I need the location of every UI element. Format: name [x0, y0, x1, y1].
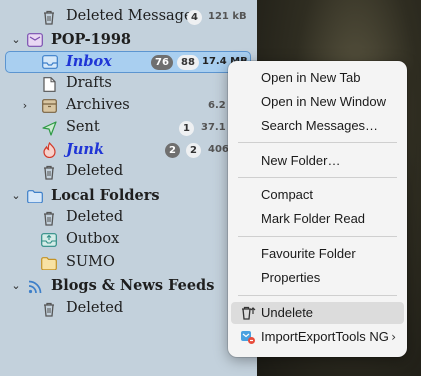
menu-separator	[238, 142, 397, 143]
account-label: Local Folders	[51, 187, 160, 204]
trash-icon	[41, 210, 57, 226]
folder-row-deleted[interactable]: Deleted	[0, 207, 257, 229]
folder-label: Deleted	[66, 209, 124, 225]
inbox-icon	[42, 54, 58, 70]
menu-item-compact[interactable]: Compact	[231, 184, 404, 206]
import-export-icon	[240, 329, 256, 345]
undelete-icon	[240, 305, 256, 321]
menu-item-label: Undelete	[261, 305, 314, 320]
chevron-down-icon[interactable]: ⌄	[10, 190, 22, 202]
menu-item-open-in-new-tab[interactable]: Open in New Tab	[231, 67, 404, 89]
trash-icon	[41, 301, 57, 317]
account-label: Blogs & News Feeds	[51, 277, 215, 294]
menu-item-mark-folder-read[interactable]: Mark Folder Read	[231, 208, 404, 230]
folder-size: 37.1	[201, 122, 226, 133]
menu-item-favourite-folder[interactable]: Favourite Folder	[231, 243, 404, 265]
folder-row-deleted[interactable]: Deleted	[0, 298, 257, 320]
folder-label: Drafts	[66, 75, 112, 91]
folder-pane: Deleted Messages 4 121 kB ⌄ POP-1998 Inb…	[0, 0, 257, 376]
outbox-icon	[41, 232, 57, 248]
account-label: POP-1998	[51, 31, 132, 48]
trash-icon	[41, 9, 57, 25]
pop-account-icon	[27, 32, 43, 48]
drafts-icon	[41, 76, 57, 92]
chevron-right-icon: ›	[391, 330, 396, 344]
rss-icon	[27, 278, 43, 294]
menu-separator	[238, 177, 397, 178]
junk-icon	[41, 142, 57, 158]
folder-row-sent[interactable]: Sent 1 37.1	[0, 117, 257, 139]
sent-icon	[41, 120, 57, 136]
folder-row-outbox[interactable]: Outbox	[0, 229, 257, 251]
account-row-pop-1998[interactable]: ⌄ POP-1998	[0, 29, 257, 51]
unread-count-badge: 76	[151, 55, 173, 70]
folder-label: Sent	[66, 119, 100, 135]
message-count-badge: 4	[187, 10, 202, 25]
local-folders-icon	[27, 188, 43, 204]
folder-row-deleted-messages[interactable]: Deleted Messages 4 121 kB	[0, 6, 257, 28]
message-count-badge: 2	[186, 143, 201, 158]
account-row-local-folders[interactable]: ⌄ Local Folders	[0, 185, 257, 207]
folder-row-junk[interactable]: Junk 2 2 406	[0, 139, 257, 161]
menu-item-search-messages[interactable]: Search Messages…	[231, 115, 404, 137]
folder-label: Archives	[66, 97, 130, 113]
menu-item-undelete[interactable]: Undelete	[231, 302, 404, 324]
folder-icon	[41, 255, 57, 271]
folder-label: Deleted	[66, 300, 124, 316]
unread-count-badge: 2	[165, 143, 180, 158]
folder-label: Junk	[66, 141, 104, 158]
folder-size: 406	[208, 144, 229, 155]
menu-item-importexporttools-ng[interactable]: ImportExportTools NG ›	[231, 326, 404, 348]
folder-context-menu: Open in New Tab Open in New Window Searc…	[228, 61, 407, 357]
chevron-down-icon[interactable]: ⌄	[10, 34, 22, 46]
chevron-right-icon[interactable]: ›	[19, 100, 31, 112]
folder-label: Deleted	[66, 163, 124, 179]
message-count-badge: 1	[179, 121, 194, 136]
menu-separator	[238, 236, 397, 237]
folder-row-archives[interactable]: › Archives 6.2	[0, 95, 257, 117]
account-row-blogs-news-feeds[interactable]: ⌄ Blogs & News Feeds	[0, 275, 257, 297]
menu-item-new-folder[interactable]: New Folder…	[231, 150, 404, 172]
trash-icon	[41, 164, 57, 180]
folder-size: 6.2	[208, 100, 226, 111]
menu-item-label: ImportExportTools NG	[261, 329, 389, 344]
menu-item-properties[interactable]: Properties	[231, 267, 404, 289]
archive-icon	[41, 98, 57, 114]
menu-item-open-in-new-window[interactable]: Open in New Window	[231, 91, 404, 113]
folder-label: Outbox	[66, 231, 120, 247]
folder-label: Inbox	[66, 53, 112, 70]
folder-row-sumo[interactable]: SUMO	[0, 252, 257, 274]
folder-row-drafts[interactable]: Drafts	[0, 73, 257, 95]
menu-separator	[238, 295, 397, 296]
folder-row-deleted[interactable]: Deleted	[0, 161, 257, 183]
folder-label: Deleted Messages	[66, 8, 200, 24]
folder-label: SUMO	[66, 254, 115, 270]
folder-row-inbox[interactable]: Inbox 76 88 17.4 MB	[5, 51, 251, 73]
folder-size: 121 kB	[208, 11, 247, 22]
message-count-badge: 88	[177, 55, 199, 70]
chevron-down-icon[interactable]: ⌄	[10, 280, 22, 292]
